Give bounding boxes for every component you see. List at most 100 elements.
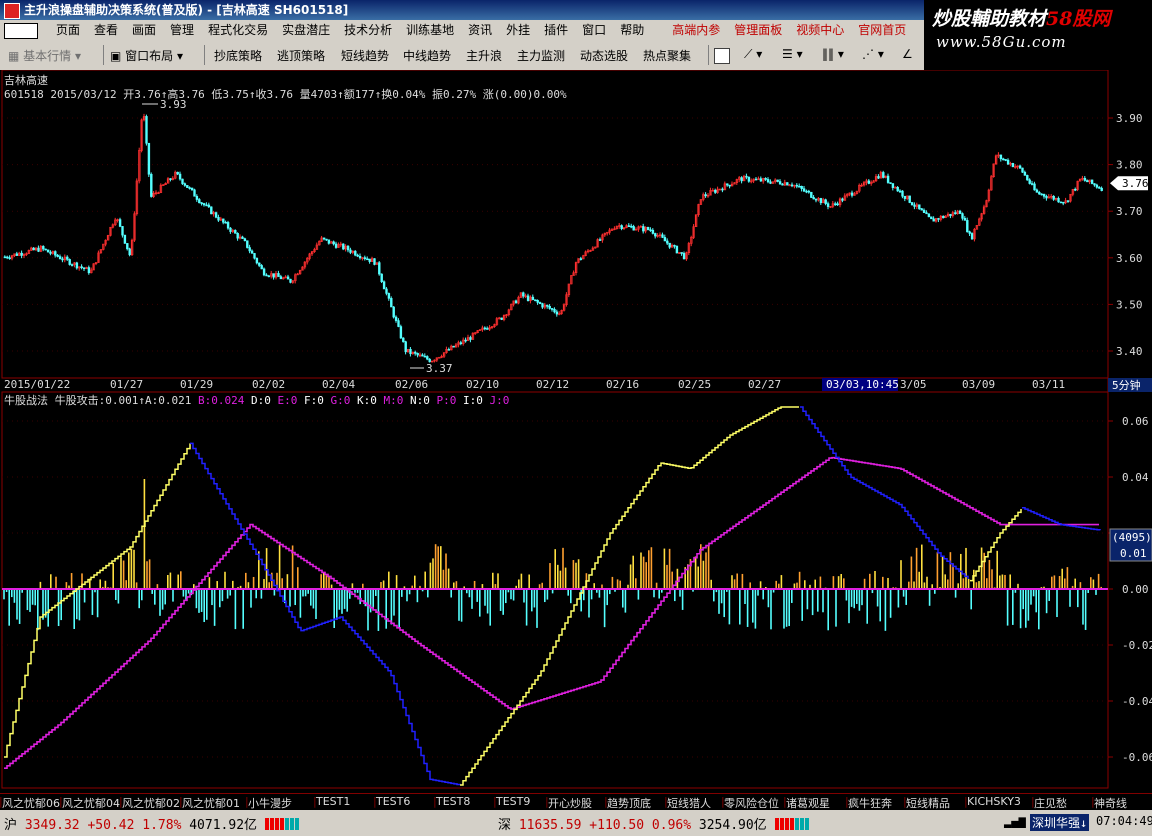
tab-17[interactable]: 庄见愁 [1034, 795, 1067, 811]
price-tick-label: 3.50 [1116, 298, 1143, 311]
tab-5[interactable]: TEST1 [316, 795, 350, 808]
menu-item-4[interactable]: 程式化交易 [201, 20, 275, 40]
menu-item-1[interactable]: 查看 [87, 20, 125, 40]
date-tick-label: 2015/01/22 [4, 378, 70, 391]
candle-body [642, 226, 645, 232]
menu-item-7[interactable]: 训练基地 [399, 20, 461, 40]
strategy-button-4[interactable]: 主升浪 [466, 47, 502, 64]
tab-11[interactable]: 短线猎人 [667, 795, 711, 811]
strategy-button-3[interactable]: 中线趋势 [403, 47, 451, 64]
fan-tool-icon[interactable]: ⋰ ▾ [862, 47, 884, 61]
menu-link-2[interactable]: 视频中心 [789, 20, 851, 40]
candle-body [421, 354, 424, 357]
menu-item-11[interactable]: 窗口 [575, 20, 613, 40]
tab-13[interactable]: 诸葛观星 [786, 795, 830, 811]
banner-url: www.58Gu.com [936, 33, 1067, 51]
candle-body [918, 204, 921, 209]
tab-15[interactable]: 短线精品 [906, 795, 950, 811]
menu-item-8[interactable]: 资讯 [461, 20, 499, 40]
candle-body [289, 278, 292, 283]
menu-link-3[interactable]: 官网首页 [851, 20, 913, 40]
candle-body [968, 231, 971, 234]
candle-body [1093, 183, 1096, 186]
tab-14[interactable]: 疯牛狂奔 [848, 795, 892, 811]
candle-body [553, 308, 556, 313]
menu-item-6[interactable]: 技术分析 [337, 20, 399, 40]
strategy-button-2[interactable]: 短线趋势 [341, 47, 389, 64]
tab-3[interactable]: 风之忧郁01 [182, 795, 240, 811]
candle-body [1066, 200, 1070, 202]
tab-8[interactable]: TEST9 [496, 795, 530, 808]
date-tick-label: 03/09 [962, 378, 995, 391]
sh-index[interactable]: 沪 3349.32 +50.42 1.78% 4071.92亿 [4, 814, 300, 834]
price-panel-frame [1, 70, 1109, 379]
angle-tool-icon[interactable]: ∠ [902, 47, 913, 61]
candle-body [548, 306, 551, 309]
tab-10[interactable]: 趋势顶底 [607, 795, 651, 811]
tab-divider: | [964, 795, 968, 808]
cursor-time-label: 03/03,10:45 [826, 378, 899, 391]
candle-body [178, 173, 182, 180]
sz-index[interactable]: 深 11635.59 +110.50 0.96% 3254.90亿 [498, 814, 810, 834]
broker-scroll[interactable]: 深圳华强↓ [1030, 814, 1090, 831]
candle-body [850, 192, 854, 196]
candle-body [452, 345, 455, 348]
tab-16[interactable]: KICHSKY3 [967, 795, 1021, 808]
candle-body [200, 202, 203, 205]
tab-18[interactable]: 神奇线 [1094, 795, 1127, 811]
tab-9[interactable]: 开心炒股 [548, 795, 592, 811]
tab-7[interactable]: TEST8 [436, 795, 470, 808]
strategy-button-1[interactable]: 逃顶策略 [277, 47, 325, 64]
tab-0[interactable]: 风之忧郁06 [2, 795, 60, 811]
candle-body [1098, 186, 1101, 189]
candle-body [937, 218, 940, 220]
menu-item-3[interactable]: 管理 [163, 20, 201, 40]
chart-canvas[interactable]: 3.903.803.703.603.503.403.763.933.372015… [0, 70, 1152, 790]
strategy-button-5[interactable]: 主力监测 [517, 47, 565, 64]
candle-body [1052, 195, 1055, 200]
candle-body [966, 220, 969, 233]
date-tick-label: 01/27 [110, 378, 143, 391]
draw-tool-icon[interactable] [714, 48, 730, 64]
candle-body [404, 341, 407, 353]
menu-item-9[interactable]: 外挂 [499, 20, 537, 40]
menu-item-2[interactable]: 画面 [125, 20, 163, 40]
candle-body [1021, 167, 1024, 173]
strategy-button-7[interactable]: 热点聚集 [643, 47, 691, 64]
date-tick-label: 01/29 [180, 378, 213, 391]
menu-item-12[interactable]: 帮助 [613, 20, 651, 40]
current-price-label: 3.76 [1122, 177, 1149, 190]
menu-link-0[interactable]: 高端内参 [665, 20, 727, 40]
tab-4[interactable]: 小牛漫步 [248, 795, 292, 811]
menu-link-1[interactable]: 管理面板 [727, 20, 789, 40]
date-tick-label: 03/11 [1032, 378, 1065, 391]
tab-12[interactable]: 零风险仓位 [724, 795, 779, 811]
candle-body [836, 203, 839, 206]
candle-body [814, 198, 818, 201]
menu-item-10[interactable]: 插件 [537, 20, 575, 40]
tab-2[interactable]: 风之忧郁02 [122, 795, 180, 811]
line-tool-icon[interactable]: ⟋ ▾ [744, 47, 762, 62]
candle-body [805, 190, 808, 193]
candle-body [877, 176, 880, 179]
window-layout-button[interactable]: ▣ 窗口布局 ▾ [110, 47, 183, 64]
strategy-button-6[interactable]: 动态选股 [580, 47, 628, 64]
strategy-button-0[interactable]: 抄底策略 [214, 47, 262, 64]
candle-body [889, 182, 892, 184]
candle-body [243, 238, 247, 242]
menu-item-0[interactable]: 页面 [49, 20, 87, 40]
tab-1[interactable]: 风之忧郁04 [62, 795, 120, 811]
toolbar: ▦ 基本行情 ▾ ▣ 窗口布局 ▾ 抄底策略 逃顶策略 短线趋势 中线趋势 主升浪 主力监… [0, 40, 924, 71]
tab-6[interactable]: TEST6 [376, 795, 410, 808]
candle-body [920, 208, 923, 211]
candle-body [704, 194, 707, 197]
candle-body [20, 252, 23, 256]
candle-body [901, 190, 904, 197]
basic-quote-button[interactable]: ▦ 基本行情 ▾ [8, 47, 81, 64]
app-logo-icon[interactable] [4, 23, 38, 39]
menu-item-5[interactable]: 实盘潜庄 [275, 20, 337, 40]
candle-body [898, 190, 902, 193]
bar-tool-icon[interactable]: ‖‖ ▾ [822, 47, 844, 61]
chart-area[interactable]: 3.90 3.80 3.70 3.60 3.50 3.40 3.76 3.93 3.37 2015… [0, 70, 1152, 790]
hline-tool-icon[interactable]: ☰ ▾ [782, 47, 803, 61]
